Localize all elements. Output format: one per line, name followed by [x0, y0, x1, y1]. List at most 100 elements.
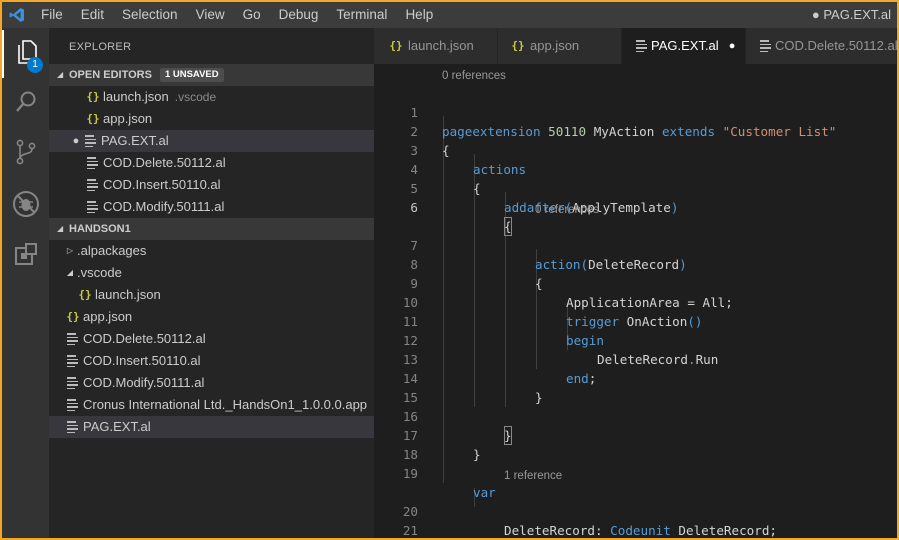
line-number: 21: [402, 523, 418, 538]
tree-file-launch-json[interactable]: {} launch.json: [49, 284, 374, 306]
unsaved-dot-icon[interactable]: ●: [69, 130, 83, 152]
menu-edit[interactable]: Edit: [72, 2, 113, 28]
folder-header[interactable]: ◢ HANDSON1: [49, 218, 374, 240]
file-icon: [65, 421, 81, 433]
open-editor-label: PAG.EXT.al: [101, 133, 169, 148]
code-line: 16 }: [374, 388, 897, 445]
open-editor-launch-json[interactable]: {} launch.json .vscode: [49, 86, 374, 108]
explorer-activity[interactable]: 1: [2, 30, 49, 78]
activity-bar: 1: [2, 28, 49, 538]
source-control-icon: [14, 139, 38, 170]
menu-file[interactable]: File: [32, 2, 72, 28]
menu-selection[interactable]: Selection: [113, 2, 187, 28]
file-icon: [85, 157, 101, 169]
open-editors-header[interactable]: ◢ OPEN EDITORS 1 UNSAVED: [49, 64, 374, 86]
open-editor-label: launch.json: [103, 89, 169, 104]
vscode-window: File Edit Selection View Go Debug Termin…: [2, 2, 897, 538]
code-line: 18: [374, 426, 897, 462]
search-activity[interactable]: [2, 80, 49, 128]
codelens-references[interactable]: 0 references: [535, 202, 599, 218]
open-editor-cod-insert[interactable]: COD.Insert.50110.al: [49, 174, 374, 196]
code-line: 3 actions: [374, 122, 897, 177]
code-line: 8 {: [374, 236, 897, 291]
code-line: 9 ApplicationArea = All;: [374, 255, 897, 310]
tree-item-label: Cronus International Ltd._HandsOn1_1.0.0…: [83, 397, 368, 412]
collapse-triangle-icon: ◢: [57, 224, 64, 233]
tree-file-cod-modify[interactable]: COD.Modify.50111.al: [49, 372, 374, 394]
json-icon: {}: [78, 288, 92, 301]
file-icon: [65, 333, 81, 345]
menu-go[interactable]: Go: [234, 2, 270, 28]
menu-terminal[interactable]: Terminal: [327, 2, 396, 28]
code-line: 13 end;: [374, 331, 897, 386]
tree-item-label: .vscode: [77, 265, 122, 280]
open-editor-cod-delete[interactable]: COD.Delete.50112.al: [49, 152, 374, 174]
tree-item-label: COD.Insert.50110.al: [83, 353, 201, 368]
extensions-activity[interactable]: [2, 232, 49, 280]
explorer-sidebar: EXPLORER ◢ OPEN EDITORS 1 UNSAVED {} lau…: [49, 28, 374, 538]
file-icon: [83, 135, 99, 147]
menu-bar: File Edit Selection View Go Debug Termin…: [32, 2, 442, 28]
code-line: 11 begin: [374, 293, 897, 348]
open-editor-dir: .vscode: [174, 90, 217, 104]
token: :: [595, 523, 611, 538]
code-line: 12 DeleteRecord.Run: [374, 312, 897, 367]
explorer-badge: 1: [27, 57, 43, 73]
code-text: DeleteRecord: Codeunit DeleteRecord;: [504, 521, 777, 538]
tree-file-cod-insert[interactable]: COD.Insert.50110.al: [49, 350, 374, 372]
line-number: 6: [410, 200, 418, 215]
code-editor[interactable]: 0 references 1 pageextension 50110 MyAct…: [374, 64, 897, 538]
codelens-references[interactable]: 1 reference: [504, 468, 562, 484]
file-icon: [65, 355, 81, 367]
tab-app-json[interactable]: {} app.json: [498, 28, 622, 64]
open-editor-label: COD.Insert.50110.al: [103, 177, 221, 192]
extensions-icon: [14, 242, 38, 271]
unsaved-dot-icon[interactable]: ●: [729, 28, 736, 64]
window-title: ● PAG.EXT.al: [811, 7, 891, 22]
code-line: 17 }: [374, 407, 897, 462]
editor-tabs: {} launch.json {} app.json PAG.EXT.al ● …: [374, 28, 897, 64]
file-icon: [85, 201, 101, 213]
open-editor-app-json[interactable]: {} app.json: [49, 108, 374, 130]
code-line: 15: [374, 369, 897, 405]
open-editor-cod-modify[interactable]: COD.Modify.50111.al: [49, 196, 374, 218]
source-control-activity[interactable]: [2, 130, 49, 178]
tab-cod-delete[interactable]: COD.Delete.50112.al: [746, 28, 897, 64]
tree-item-label: PAG.EXT.al: [83, 419, 151, 434]
title-bar: File Edit Selection View Go Debug Termin…: [2, 2, 897, 28]
menu-view[interactable]: View: [187, 2, 234, 28]
tree-file-pag-ext[interactable]: PAG.EXT.al: [49, 416, 374, 438]
token: DeleteRecord: [670, 523, 770, 538]
code-line: 5 addafter(ApplyTemplate): [374, 160, 897, 215]
chevron-down-icon: ◢: [66, 268, 74, 277]
codelens-references[interactable]: 0 references: [442, 68, 506, 84]
token: DeleteRecord: [504, 523, 595, 538]
json-icon: {}: [66, 310, 80, 323]
open-editor-pag-ext[interactable]: ● PAG.EXT.al: [49, 130, 374, 152]
chevron-right-icon: ▷: [66, 246, 74, 255]
debug-activity[interactable]: [2, 182, 49, 230]
token: ;: [769, 523, 778, 538]
tree-item-label: COD.Modify.50111.al: [83, 375, 205, 390]
unsaved-badge: 1 UNSAVED: [159, 68, 224, 82]
tab-pag-ext[interactable]: PAG.EXT.al ●: [622, 28, 746, 64]
code-line: 4 {: [374, 141, 897, 196]
tree-file-app-json[interactable]: {} app.json: [49, 306, 374, 328]
file-icon: [634, 40, 647, 52]
tab-label: PAG.EXT.al: [651, 38, 719, 53]
open-editors-title: OPEN EDITORS: [69, 69, 152, 81]
tree-file-cronus-app[interactable]: Cronus International Ltd._HandsOn1_1.0.0…: [49, 394, 374, 416]
menu-help[interactable]: Help: [396, 2, 442, 28]
tree-folder-alpackages[interactable]: ▷ .alpackages: [49, 240, 374, 262]
file-icon: [65, 399, 81, 411]
menu-debug[interactable]: Debug: [270, 2, 328, 28]
file-icon: [85, 179, 101, 191]
tree-file-cod-delete[interactable]: COD.Delete.50112.al: [49, 328, 374, 350]
code-line: 6 {: [374, 179, 897, 236]
file-icon: [758, 40, 771, 52]
token: Codeunit: [610, 523, 671, 538]
tab-label: launch.json: [408, 38, 474, 53]
tree-folder-vscode[interactable]: ◢ .vscode: [49, 262, 374, 284]
tab-launch-json[interactable]: {} launch.json: [374, 28, 498, 64]
vscode-logo-icon: [2, 2, 32, 28]
